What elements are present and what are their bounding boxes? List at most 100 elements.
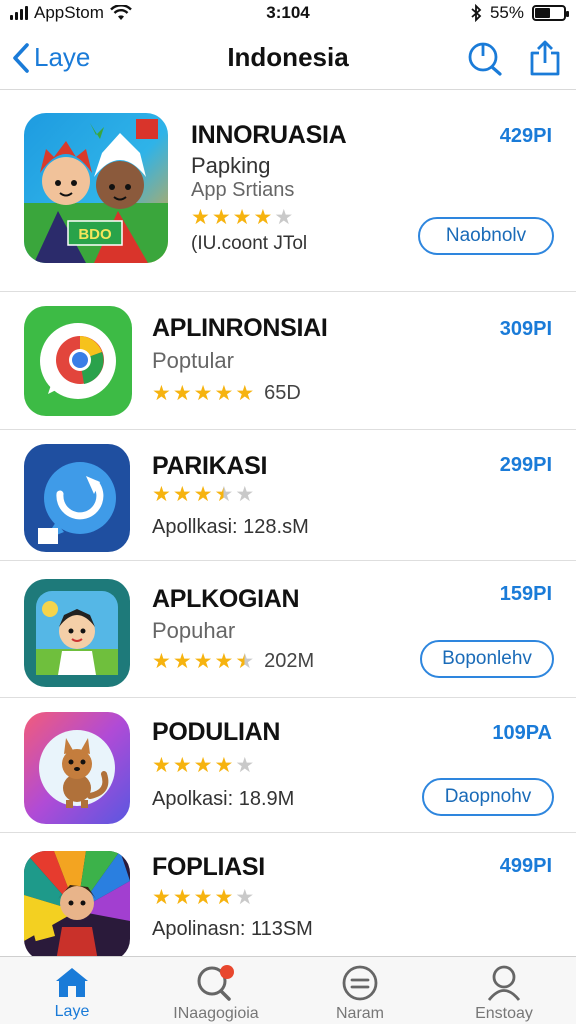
tab-bar: Laye INaagogioia Naram Enstoay <box>0 956 576 1024</box>
star-full-icon: ★ <box>214 650 234 673</box>
rating-stars: ★ ★ ★ ★ ★ <box>152 753 254 778</box>
star-full-icon: ★ <box>152 754 171 777</box>
rating-stars: ★ ★ ★ ★ ★ 202M <box>152 649 314 674</box>
app-icon-parikasi <box>24 444 130 552</box>
app-name: PODULIAN <box>152 718 281 746</box>
status-bar: AppStom 3:104 55% <box>0 0 576 26</box>
home-icon <box>56 968 88 997</box>
chevron-left-icon <box>13 42 29 73</box>
search-icon <box>197 965 234 1001</box>
rating-stars: ★ ★ ★ ★ ★ <box>191 205 293 230</box>
share-button[interactable] <box>526 39 564 77</box>
tab-label: Laye <box>54 1003 90 1020</box>
app-name: INNORUASIA <box>191 121 347 149</box>
signal-icon <box>10 6 28 20</box>
app-price: 309PI <box>499 318 552 340</box>
battery-fill <box>535 8 551 18</box>
carrier-label: AppStom <box>34 3 104 22</box>
list-item[interactable]: PODULIAN ★ ★ ★ ★ ★ Apolkasi: 18.9M 109PA Dao… <box>0 698 576 833</box>
app-icon-fopliasi <box>24 851 130 961</box>
star-full-icon: ★ <box>172 483 192 506</box>
rating-count: 202M <box>264 650 315 672</box>
app-name: APLINRONSIAI <box>152 314 328 342</box>
star-empty-icon: ★ <box>235 754 255 777</box>
app-icon-innoruasia: BDO <box>24 113 168 263</box>
star-full-icon: ★ <box>193 754 213 777</box>
star-full-icon: ★ <box>172 650 192 673</box>
tab-profile[interactable]: Enstoay <box>444 965 564 1023</box>
get-button[interactable]: Naobnolv <box>418 217 554 255</box>
status-left: AppStom <box>10 3 132 23</box>
nav-bar: Indonesia Laye <box>0 26 576 90</box>
back-button[interactable]: Laye <box>12 42 90 74</box>
star-empty-icon: ★ <box>274 206 294 229</box>
tab-label: INaagogioia <box>173 1005 259 1022</box>
app-subtitle: Papking <box>191 153 271 178</box>
rating-count: 65D <box>264 382 301 404</box>
search-button[interactable] <box>466 39 504 77</box>
chat-bubble-icon <box>24 306 132 416</box>
star-full-icon: ★ <box>211 206 231 229</box>
star-full-icon: ★ <box>152 382 171 405</box>
list-item[interactable]: APLINRONSIAI Poptular ★ ★ ★ ★ ★ 65D 309PI <box>0 292 576 430</box>
star-full-icon: ★ <box>214 382 234 405</box>
star-full-icon: ★ <box>191 206 210 229</box>
status-right: 55% <box>470 3 569 23</box>
app-price: 299PI <box>499 454 552 476</box>
get-button[interactable]: Boponlehv <box>420 640 554 678</box>
wifi-icon <box>110 5 132 20</box>
cartoon-sunburst-icon <box>24 851 130 961</box>
app-price: 429PI <box>499 125 552 147</box>
list-item[interactable]: BDO INNORUASIA Papking App Srtians ★ ★ ★ ★ ★… <box>0 91 576 292</box>
star-full-icon: ★ <box>214 754 234 777</box>
nav-actions <box>466 39 564 77</box>
app-price: 499PI <box>499 855 552 877</box>
app-icon-aplinronsiai <box>24 306 132 416</box>
star-full-icon: ★ <box>152 483 171 506</box>
icon-badge-text: BDO <box>78 226 112 243</box>
search-icon <box>468 42 502 76</box>
bluetooth-icon <box>471 4 482 22</box>
star-full-icon: ★ <box>235 382 255 405</box>
list-item[interactable]: APLKOGIAN Popuhar ★ ★ ★ ★ ★ 202M 159PI Boponl… <box>0 561 576 698</box>
get-button[interactable]: Daopnohv <box>422 778 554 816</box>
star-full-icon: ★ <box>193 483 213 506</box>
cartoon-fox-icon <box>24 712 130 824</box>
app-meta: Apollkasi: 128.sM <box>152 516 309 538</box>
star-full-icon: ★ <box>193 382 213 405</box>
share-icon <box>530 40 560 75</box>
star-half-icon: ★ <box>214 483 234 506</box>
app-subtitle: Popuhar <box>152 618 236 643</box>
rating-stars: ★ ★ ★ ★ ★ <box>152 482 254 507</box>
tab-home[interactable]: Laye <box>12 965 132 1021</box>
battery-icon <box>532 5 569 21</box>
tab-label: Naram <box>335 1005 384 1022</box>
rating-stars: ★ ★ ★ ★ ★ 65D <box>152 381 301 406</box>
person-icon <box>487 965 521 1001</box>
battery-percent: 55% <box>489 3 524 22</box>
tab-search[interactable]: INaagogioia <box>156 965 276 1023</box>
app-icon-podulian <box>24 712 130 824</box>
app-icon-aplkogian <box>24 579 130 687</box>
list-item[interactable]: FOPLIASI ★ ★ ★ ★ ★ Apolinasn: 113SM 499PI <box>0 833 576 961</box>
tab-label: Enstoay <box>475 1005 533 1022</box>
star-full-icon: ★ <box>232 206 252 229</box>
list-item[interactable]: PARIKASI ★ ★ ★ ★ ★ Apollkasi: 128.sM 299PI <box>0 430 576 561</box>
app-meta: (IU.coont JTol <box>191 233 308 254</box>
app-price: 109PA <box>492 722 552 744</box>
refresh-bubble-icon <box>24 444 130 552</box>
app-category: App Srtians <box>191 179 295 201</box>
star-full-icon: ★ <box>193 650 213 673</box>
star-full-icon: ★ <box>152 650 171 673</box>
app-price: 159PI <box>499 583 552 605</box>
star-full-icon: ★ <box>172 754 192 777</box>
cartoon-characters-icon: BDO <box>24 113 168 263</box>
app-meta: Apolinasn: 113SM <box>152 918 313 940</box>
star-full-icon: ★ <box>152 886 171 909</box>
star-full-icon: ★ <box>253 206 273 229</box>
app-subtitle: Poptular <box>152 348 234 373</box>
cartoon-boy-icon <box>24 579 130 687</box>
tab-list[interactable]: Naram <box>300 965 420 1023</box>
star-full-icon: ★ <box>214 886 234 909</box>
app-meta: Apolkasi: 18.9M <box>152 788 295 810</box>
